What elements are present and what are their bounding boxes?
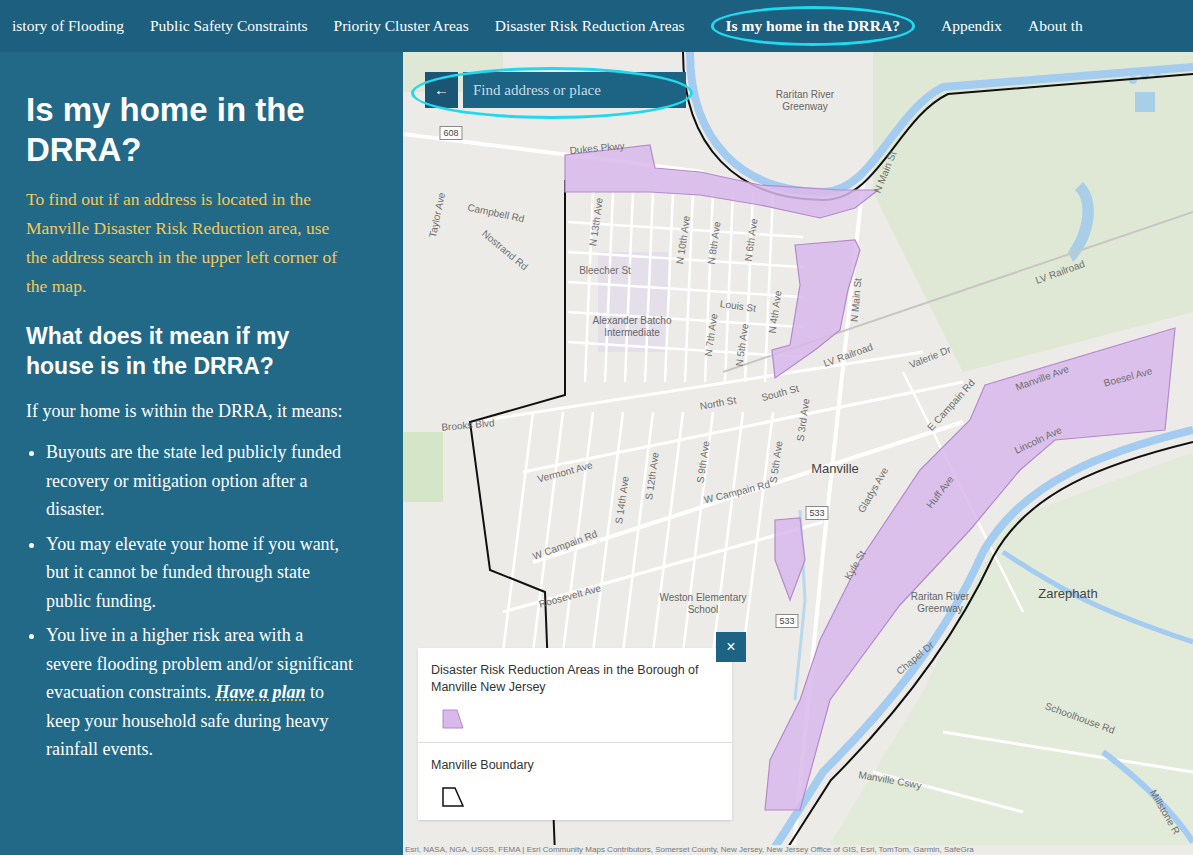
legend-item: Disaster Risk Reduction Areas in the Bor… bbox=[418, 648, 732, 742]
app: istory of Flooding Public Safety Constrai… bbox=[0, 0, 1193, 855]
highlight-ellipse bbox=[411, 67, 693, 119]
map-label: Bleecher St bbox=[579, 263, 631, 278]
back-button[interactable]: ← bbox=[425, 72, 458, 108]
search-input[interactable]: Find address or place bbox=[463, 72, 686, 108]
nav-tab[interactable]: Is my home in the DRRA? bbox=[711, 6, 915, 45]
bullet-item: You may elevate your home if you want, b… bbox=[46, 530, 353, 616]
legend-close-button[interactable]: × bbox=[716, 632, 746, 662]
map-label: Weston Elementary School bbox=[653, 592, 753, 615]
main: Is my home in the DRRA? To find out if an… bbox=[0, 52, 1193, 855]
legend-item: Manville Boundary bbox=[418, 742, 732, 820]
panel-lead: If your home is within the DRRA, it mean… bbox=[26, 397, 353, 426]
bullet-list: Buyouts are the state led publicly funde… bbox=[26, 438, 353, 764]
map-label: Zarephath bbox=[1038, 584, 1097, 604]
nav-tab[interactable]: istory of Flooding bbox=[12, 14, 124, 37]
top-nav: istory of Flooding Public Safety Constrai… bbox=[0, 0, 1193, 52]
route-shield: 533 bbox=[775, 614, 798, 628]
nav-tab[interactable]: Appendix bbox=[941, 14, 1002, 37]
panel-subtitle: What does it mean if my house is in the … bbox=[26, 321, 353, 381]
map[interactable]: Raritan River GreenwayDukes PkwyCampbell… bbox=[403, 52, 1193, 855]
plan-link[interactable]: Have a plan bbox=[215, 682, 305, 702]
nav-tab[interactable]: Public Safety Constraints bbox=[150, 14, 308, 37]
map-label: Raritan River Greenway bbox=[755, 89, 855, 112]
map-label: Manville bbox=[811, 459, 859, 479]
bullet-item: Buyouts are the state led publicly funde… bbox=[46, 438, 353, 524]
legend: Disaster Risk Reduction Areas in the Bor… bbox=[418, 648, 732, 820]
attribution: Esri, NASA, NGA, USGS, FEMA | Esri Commu… bbox=[403, 845, 1193, 855]
nav-tab[interactable]: Priority Cluster Areas bbox=[334, 14, 469, 37]
route-shield: 608 bbox=[439, 126, 462, 140]
bullet-item: You live in a higher risk area with a se… bbox=[46, 621, 353, 764]
map-label: Alexander Batcho Intermediate bbox=[582, 315, 682, 338]
nav-tab[interactable]: About th bbox=[1028, 14, 1083, 37]
area-swatch-icon bbox=[441, 708, 465, 730]
route-shield: 533 bbox=[805, 506, 828, 520]
search-bar: ←Find address or place bbox=[425, 72, 686, 108]
panel-title: Is my home in the DRRA? bbox=[26, 90, 353, 169]
legend-label: Disaster Risk Reduction Areas in the Bor… bbox=[431, 662, 719, 696]
boundary-swatch-icon bbox=[441, 786, 465, 808]
legend-label: Manville Boundary bbox=[431, 757, 719, 774]
map-label: Raritan River Greenway bbox=[890, 591, 990, 614]
side-panel: Is my home in the DRRA? To find out if an… bbox=[0, 52, 403, 855]
nav-tab[interactable]: Disaster Risk Reduction Areas bbox=[495, 14, 685, 37]
panel-intro: To find out if an address is located in … bbox=[26, 185, 353, 301]
